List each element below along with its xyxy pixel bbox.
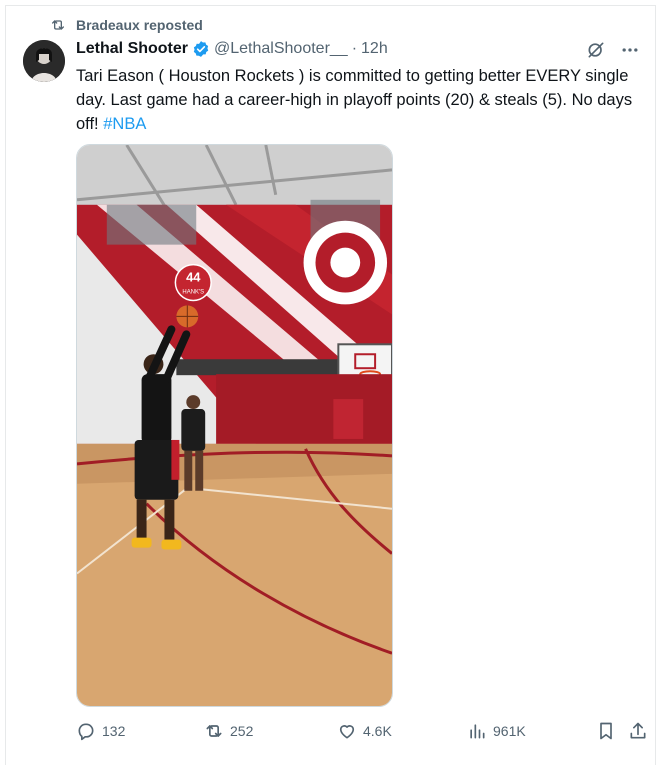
header-actions (586, 40, 640, 60)
avatar[interactable] (23, 40, 65, 82)
author-name[interactable]: Lethal Shooter (76, 40, 188, 58)
analytics-icon (470, 724, 485, 739)
separator-dot: · (351, 40, 358, 57)
verified-badge-icon[interactable] (192, 40, 210, 58)
repost-icon (52, 20, 64, 30)
repost-label: Bradeaux reposted (76, 17, 203, 33)
like-button[interactable]: 4.6K (337, 721, 392, 741)
author-handle[interactable]: @LethalShooter__ (214, 40, 348, 58)
reply-icon (78, 723, 94, 741)
more-options-icon[interactable] (620, 40, 640, 60)
tweet-video[interactable]: 44 HANK'S (76, 144, 393, 707)
banner-text: HANK'S (182, 289, 204, 295)
tweet-text: Tari Eason ( Houston Rockets ) is commit… (76, 64, 648, 136)
timestamp[interactable]: 12h (361, 40, 388, 58)
banner-number: 44 (186, 269, 201, 284)
action-bar: 132 252 4.6K 961K (76, 721, 648, 743)
bookmark-button[interactable] (596, 721, 622, 741)
bookmark-icon (600, 722, 612, 740)
grok-icon[interactable] (586, 40, 606, 60)
reply-button[interactable]: 132 (76, 721, 125, 741)
tweet-header: Lethal Shooter @LethalShooter__ · 12h (76, 40, 388, 58)
like-count: 4.6K (363, 723, 392, 739)
share-button[interactable] (628, 721, 654, 741)
view-count: 961K (493, 723, 526, 739)
repost-icon (206, 725, 222, 737)
hashtag-link[interactable]: #NBA (103, 115, 146, 133)
reply-count: 132 (102, 723, 126, 739)
tweet-body: Tari Eason ( Houston Rockets ) is commit… (76, 67, 633, 133)
share-icon (630, 722, 646, 739)
repost-count: 252 (230, 723, 254, 739)
repost-button[interactable]: 252 (204, 721, 253, 741)
repost-indicator[interactable]: Bradeaux reposted (50, 17, 203, 33)
heart-icon (339, 725, 355, 739)
views-button[interactable]: 961K (467, 721, 526, 741)
